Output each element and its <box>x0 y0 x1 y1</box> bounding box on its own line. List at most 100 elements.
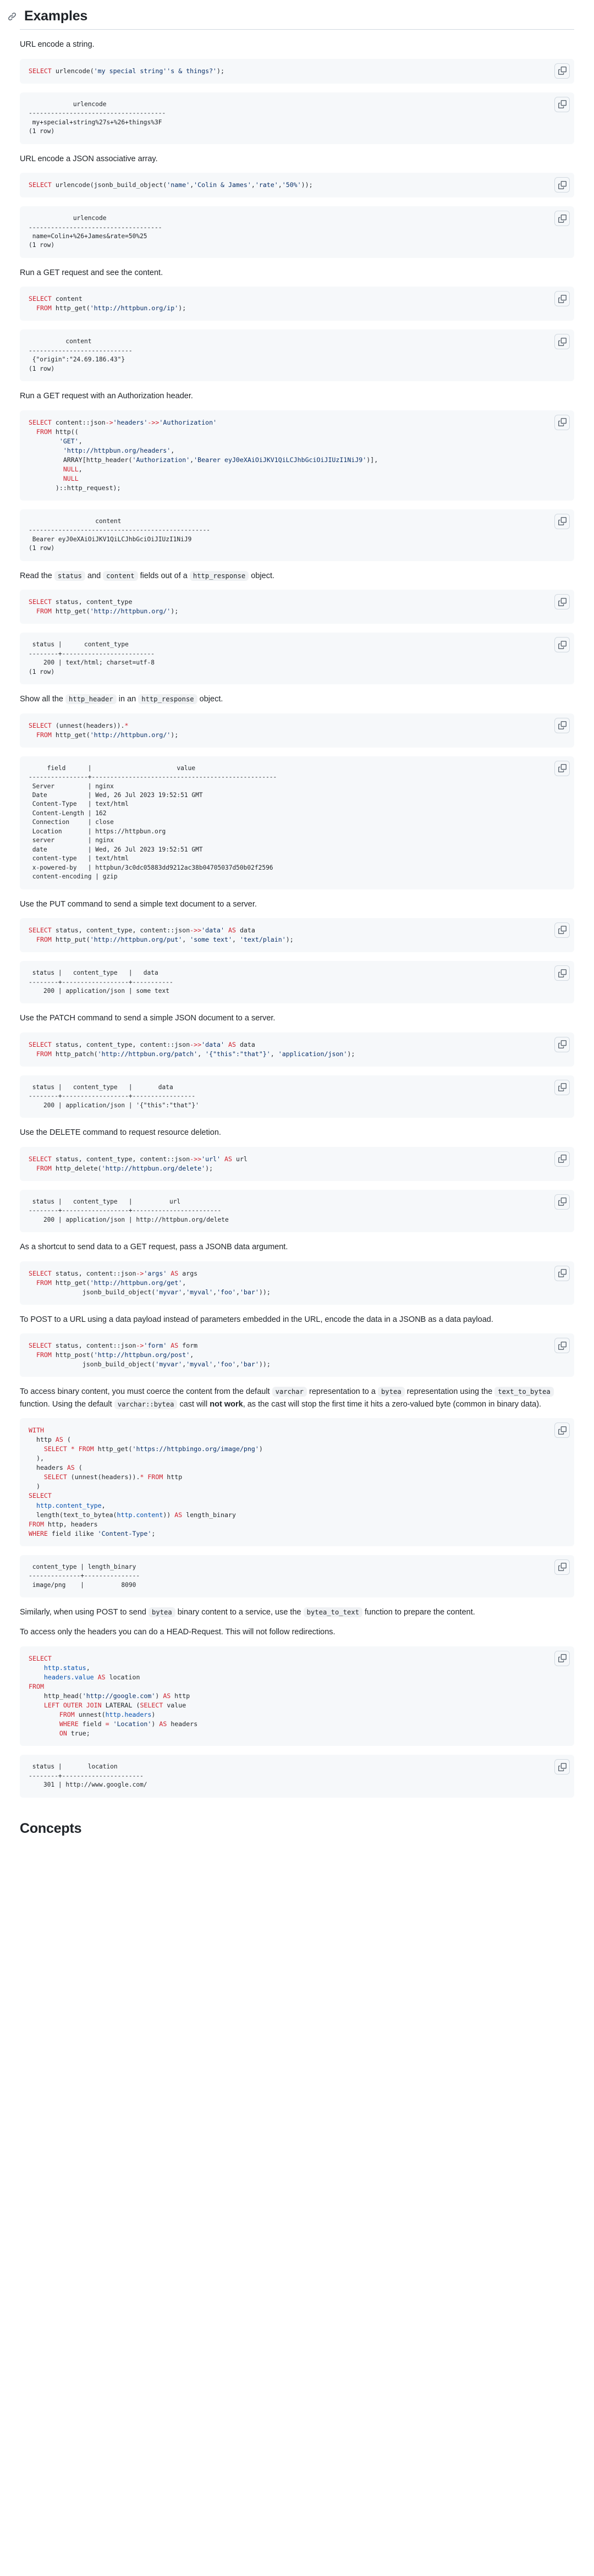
code-token: FROM <box>36 1165 52 1172</box>
copy-button[interactable] <box>554 594 570 609</box>
copy-button[interactable] <box>554 63 570 79</box>
inline-code: http_response <box>138 694 197 704</box>
code-token: true; <box>67 1729 90 1737</box>
copy-button[interactable] <box>554 1037 570 1052</box>
copy-button[interactable] <box>554 97 570 112</box>
copy-button[interactable] <box>554 922 570 938</box>
code-token: (unnest(headers)). <box>67 1473 140 1481</box>
code-token: AS <box>98 1673 106 1681</box>
copy-button[interactable] <box>554 718 570 733</box>
code-token: 'http://httpbun.org/delete' <box>102 1165 205 1172</box>
p-head-request: To access only the headers you can do a … <box>20 1626 574 1638</box>
code-token: , <box>278 181 282 189</box>
code-token: -> <box>106 419 113 426</box>
copy-button[interactable] <box>554 1338 570 1353</box>
copy-button[interactable] <box>554 334 570 349</box>
code-token: ->> <box>190 926 201 934</box>
code-token: 'https://httpbingo.org/image/png' <box>133 1445 259 1453</box>
code-token: , <box>213 1288 217 1296</box>
text-run: Show all the <box>20 695 65 704</box>
copy-button[interactable] <box>554 965 570 981</box>
code-token: value <box>163 1701 186 1709</box>
code-token: ; <box>151 1530 155 1537</box>
code-token <box>29 1445 44 1453</box>
copy-button[interactable] <box>554 291 570 306</box>
copy-button[interactable] <box>554 514 570 529</box>
copy-button[interactable] <box>554 177 570 193</box>
result-text: urlencode ------------------------------… <box>29 100 565 136</box>
code-token <box>29 1711 59 1718</box>
code-token: status, content_type, content::json <box>52 1155 190 1163</box>
code-text: SELECT status, content::json->'args' AS … <box>29 1269 565 1297</box>
copy-button[interactable] <box>554 1422 570 1438</box>
inline-code: bytea <box>378 1387 405 1397</box>
code-token: , <box>271 1050 278 1058</box>
code-token: 'myval' <box>186 1288 213 1296</box>
code-token: -> <box>136 1342 144 1349</box>
code-token: 'http://httpbun.org/get' <box>90 1279 183 1287</box>
code-token: http_get( <box>52 607 90 615</box>
code-token: '50%' <box>282 181 301 189</box>
code-token: ); <box>286 936 294 943</box>
copy-icon <box>558 418 566 426</box>
copy-icon <box>558 1198 566 1206</box>
code-token: , <box>182 936 190 943</box>
code-token: content::json <box>52 419 106 426</box>
code-token: status, content_type <box>52 598 133 606</box>
copy-icon <box>558 969 566 977</box>
code-token: )); <box>301 181 313 189</box>
code-token: ( <box>63 1436 71 1443</box>
page-title: Examples <box>24 8 87 25</box>
code-token: ) <box>151 1720 159 1728</box>
copy-button[interactable] <box>554 1151 570 1167</box>
code-token: , <box>236 1288 240 1296</box>
code-token: 'http://httpbun.org/patch' <box>98 1050 197 1058</box>
code-token <box>67 1445 71 1453</box>
copy-icon <box>558 100 566 108</box>
code-token: status, content::json <box>52 1270 136 1277</box>
code-token: AS <box>159 1720 167 1728</box>
code-token: 'Authorization' <box>159 419 217 426</box>
code-token: , <box>251 181 255 189</box>
code-token: FROM <box>79 1445 94 1453</box>
result-text: status | content_type --------+---------… <box>29 640 565 677</box>
copy-button[interactable] <box>554 1194 570 1210</box>
text-run: fields out of a <box>138 572 190 580</box>
code-token: AS <box>170 1342 178 1349</box>
code-token: )::http_request); <box>29 484 121 492</box>
code-token: WITH <box>29 1426 44 1434</box>
code-binary-with: WITH http AS ( SELECT * FROM http_get('h… <box>20 1418 574 1546</box>
result-text: status | content_type | data --------+--… <box>29 969 565 996</box>
copy-button[interactable] <box>554 1266 570 1281</box>
code-token: http_get( <box>52 731 90 739</box>
code-token: http_patch( <box>52 1050 98 1058</box>
code-token: )], <box>366 456 378 464</box>
result-head-request: status | location --------+-------------… <box>20 1755 574 1797</box>
code-token: data <box>236 1041 255 1048</box>
result-text: status | location --------+-------------… <box>29 1762 565 1789</box>
link-icon[interactable] <box>8 12 16 21</box>
copy-icon <box>558 517 566 525</box>
copy-button[interactable] <box>554 1559 570 1575</box>
code-jsonb-get: SELECT status, content::json->'args' AS … <box>20 1261 574 1305</box>
copy-button[interactable] <box>554 415 570 430</box>
copy-button[interactable] <box>554 1080 570 1095</box>
code-text: SELECT urlencode('my special string''s &… <box>29 67 565 76</box>
code-token: 'bar' <box>240 1288 259 1296</box>
copy-button[interactable] <box>554 1759 570 1775</box>
copy-button[interactable] <box>554 761 570 776</box>
result-urlencode-json: urlencode ------------------------------… <box>20 206 574 258</box>
code-token: 'data' <box>201 1041 224 1048</box>
copy-button[interactable] <box>554 211 570 226</box>
code-token: SELECT <box>29 598 52 606</box>
code-text: SELECT (unnest(headers)).* FROM http_get… <box>29 721 565 740</box>
code-token: FROM <box>36 304 52 312</box>
code-token: = <box>106 1720 109 1728</box>
code-token: http.headers <box>106 1711 152 1718</box>
text-run: in an <box>117 695 139 704</box>
copy-button[interactable] <box>554 1651 570 1666</box>
copy-button[interactable] <box>554 637 570 652</box>
code-token: 'application/json' <box>278 1050 348 1058</box>
result-text: field | value ----------------+---------… <box>29 764 565 882</box>
code-token: http.content_type <box>36 1502 102 1509</box>
